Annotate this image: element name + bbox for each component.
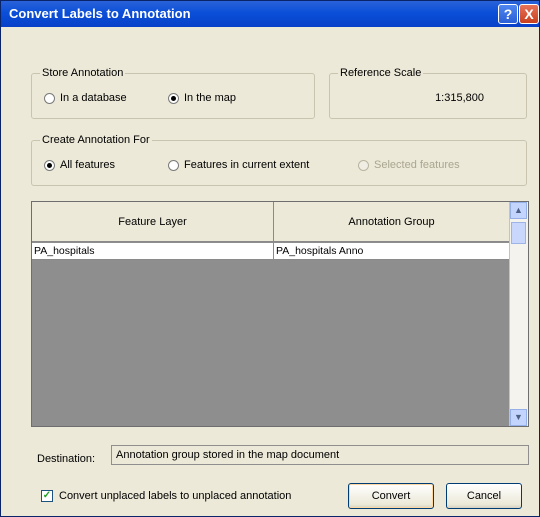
scroll-down-button[interactable]: ▼ [510, 409, 527, 426]
radio-in-database-indicator[interactable] [44, 92, 55, 104]
radio-in-map-label: In the map [184, 92, 236, 104]
destination-field: Annotation group stored in the map docum… [111, 445, 529, 465]
title-bar[interactable]: Convert Labels to Annotation ? X [1, 1, 539, 27]
column-header-annotation-group[interactable]: Annotation Group [274, 202, 510, 242]
arrow-up-icon: ▲ [514, 205, 523, 215]
create-annotation-for-legend: Create Annotation For [40, 134, 152, 146]
convert-button[interactable]: Convert [348, 483, 434, 509]
dialog-title: Convert Labels to Annotation [9, 6, 191, 21]
radio-current-extent-indicator[interactable] [168, 159, 179, 171]
close-icon: X [524, 6, 534, 22]
checkmark-icon: ✓ [42, 490, 52, 501]
radio-in-database-label: In a database [60, 92, 127, 104]
reference-scale-legend: Reference Scale [338, 67, 424, 79]
radio-in-database[interactable]: In a database [44, 92, 127, 104]
destination-label: Destination: [37, 453, 96, 465]
radio-current-extent[interactable]: Features in current extent [168, 159, 309, 171]
radio-selected-features-indicator [358, 159, 369, 171]
radio-current-extent-label: Features in current extent [184, 159, 310, 171]
reference-scale-value: 1:315,800 [435, 92, 484, 104]
checkbox-indicator[interactable]: ✓ [41, 490, 53, 502]
radio-in-map-indicator[interactable] [168, 92, 179, 104]
layer-annotation-table[interactable]: Feature Layer Annotation Group PA_hospit… [31, 201, 529, 427]
convert-unplaced-checkbox[interactable]: ✓ Convert unplaced labels to unplaced an… [41, 490, 291, 502]
annotation-group-cell[interactable]: PA_hospitals Anno [274, 243, 510, 260]
table-row[interactable]: PA_hospitals PA_hospitals Anno [32, 243, 510, 260]
close-button[interactable]: X [519, 4, 539, 24]
help-icon: ? [503, 6, 513, 22]
reference-scale-group: Reference Scale 1:315,800 [329, 67, 527, 119]
radio-in-map[interactable]: In the map [168, 92, 236, 104]
create-annotation-for-group: Create Annotation For All features Featu… [31, 134, 527, 186]
scroll-thumb[interactable] [511, 222, 526, 244]
cancel-button[interactable]: Cancel [446, 483, 522, 509]
feature-layer-cell[interactable]: PA_hospitals [32, 243, 274, 260]
radio-selected-features: Selected features [358, 159, 460, 171]
table-header: Feature Layer Annotation Group [32, 202, 510, 242]
arrow-down-icon: ▼ [514, 412, 523, 422]
table-scrollbar[interactable]: ▲ ▼ [509, 202, 528, 426]
store-annotation-legend: Store Annotation [40, 67, 126, 79]
store-annotation-group: Store Annotation In a database In the ma… [31, 67, 315, 119]
radio-all-features-indicator[interactable] [44, 159, 55, 171]
radio-all-features[interactable]: All features [44, 159, 115, 171]
convert-labels-dialog: Convert Labels to Annotation ? X Store A… [0, 0, 540, 517]
radio-all-features-label: All features [60, 159, 116, 171]
column-header-feature-layer[interactable]: Feature Layer [32, 202, 274, 242]
scroll-up-button[interactable]: ▲ [510, 202, 527, 219]
help-button[interactable]: ? [498, 4, 518, 24]
convert-unplaced-label: Convert unplaced labels to unplaced anno… [59, 490, 292, 502]
radio-selected-features-label: Selected features [374, 159, 460, 171]
